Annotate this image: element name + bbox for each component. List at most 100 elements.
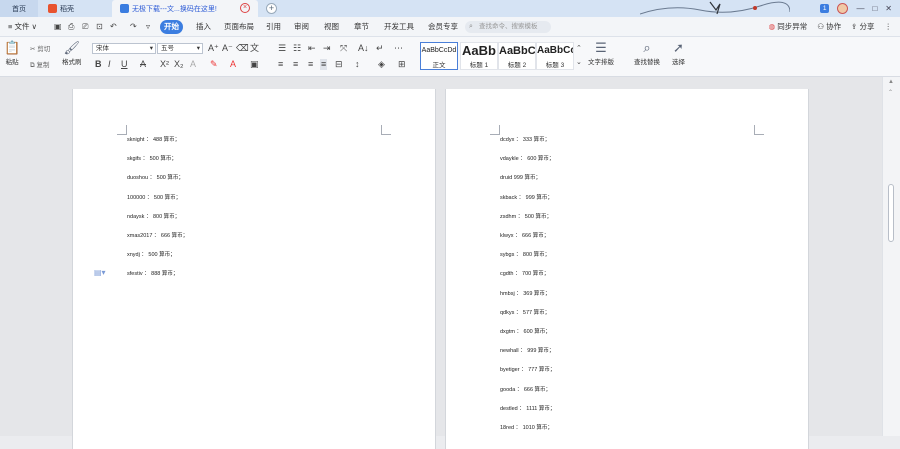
strikethrough-icon[interactable]: A bbox=[140, 59, 146, 70]
decrease-indent-icon[interactable]: ⇤ bbox=[308, 43, 316, 54]
styles-scroll-icon[interactable]: ⌃ bbox=[576, 43, 582, 54]
tab-close-icon[interactable]: × bbox=[240, 3, 250, 13]
text-line: xmas2017 ： 666 算币； bbox=[127, 233, 189, 239]
subscript-icon[interactable]: X₂ bbox=[174, 59, 184, 70]
tab-document[interactable]: 无极下载---文...换码在这里! × bbox=[112, 0, 258, 17]
numbered-list-icon[interactable]: ☷ bbox=[293, 43, 301, 54]
export-pdf-icon[interactable]: ⎙ bbox=[68, 21, 74, 32]
tab-chapter[interactable]: 章节 bbox=[350, 20, 373, 34]
tab-start[interactable]: 开始 bbox=[160, 20, 183, 34]
tab-view[interactable]: 视图 bbox=[320, 20, 343, 34]
undo-icon[interactable]: ↶ bbox=[110, 21, 117, 32]
font-color-icon[interactable]: A bbox=[230, 59, 236, 70]
font-size-select[interactable]: 五号 ▾ bbox=[157, 43, 203, 54]
bold-icon[interactable]: B bbox=[95, 59, 102, 70]
highlight-color-icon[interactable]: ✎ bbox=[210, 59, 218, 70]
print-preview-icon[interactable]: ⊡ bbox=[96, 21, 103, 32]
share-button[interactable]: ⇪ 分享 bbox=[851, 20, 874, 34]
tab-insert[interactable]: 插入 bbox=[192, 20, 215, 34]
text-effect-icon[interactable]: A bbox=[190, 59, 196, 70]
find-replace-label: 查找替换 bbox=[634, 59, 660, 66]
style-normal[interactable]: AaBbCcDd 正文 bbox=[420, 42, 458, 70]
style-heading-1[interactable]: AaBb 标题 1 bbox=[460, 42, 498, 70]
vertical-scrollbar[interactable]: ▲ ⌃ bbox=[882, 77, 900, 436]
shading-icon[interactable]: ◈ bbox=[378, 59, 385, 70]
character-border-icon[interactable]: ▣ bbox=[250, 59, 259, 70]
distribute-icon[interactable]: ⊟ bbox=[335, 59, 343, 70]
superscript-icon[interactable]: X² bbox=[160, 59, 169, 70]
tab-docer[interactable]: 稻壳 bbox=[40, 0, 110, 17]
align-left-icon[interactable]: ≡ bbox=[278, 59, 283, 70]
user-count-badge: 1 bbox=[819, 4, 830, 13]
shrink-font-icon[interactable]: A⁻ bbox=[222, 43, 233, 54]
tab-page-layout[interactable]: 页面布局 bbox=[220, 20, 258, 34]
tab-member-exclusive[interactable]: 会员专享 bbox=[424, 20, 462, 34]
save-icon[interactable]: ▣ bbox=[54, 21, 62, 32]
table-line-icon[interactable]: ⋯ bbox=[394, 43, 403, 54]
increase-indent-icon[interactable]: ⇥ bbox=[323, 43, 331, 54]
new-tab-button[interactable]: + bbox=[266, 3, 277, 14]
select-button[interactable]: ➚ 选择 bbox=[672, 40, 685, 66]
title-bar: 首页 稻壳 无极下载---文...换码在这里! × + 1 — □ ✕ bbox=[0, 0, 900, 17]
scroll-thumb[interactable] bbox=[888, 184, 894, 242]
minimize-button[interactable]: — bbox=[856, 4, 864, 13]
page-left[interactable]: sknight ： 488 算币； skgifs ： 500 算币； duoshou… bbox=[72, 89, 436, 449]
tab-review[interactable]: 审阅 bbox=[290, 20, 313, 34]
find-replace-button[interactable]: ⌕ 查找替换 bbox=[634, 40, 660, 66]
italic-icon[interactable]: I bbox=[108, 59, 111, 70]
avatar[interactable] bbox=[837, 3, 849, 14]
tab-references[interactable]: 引用 bbox=[262, 20, 285, 34]
document-canvas[interactable]: sknight ： 488 算币； skgifs ： 500 算币； duoshou… bbox=[0, 77, 882, 449]
maximize-button[interactable]: □ bbox=[872, 4, 877, 13]
text-layout-button[interactable]: ☰ 文字排版 bbox=[588, 40, 614, 66]
phonetic-guide-icon[interactable]: 文 bbox=[250, 43, 259, 54]
chevron-down-icon: ▾ bbox=[196, 45, 200, 52]
ribbon-toolbar: 📋 粘贴 ✂ 剪切 ⧉ 复制 🖌 格式刷 宋体 ▾ 五号 ▾ A⁺ A⁻ ⌫ 文 B… bbox=[0, 37, 900, 77]
grow-font-icon[interactable]: A⁺ bbox=[208, 43, 219, 54]
window-controls: 1 — □ ✕ bbox=[819, 2, 892, 15]
copy-button[interactable]: ⧉ 复制 bbox=[30, 59, 49, 70]
scroll-up-icon[interactable]: ▲ bbox=[888, 79, 894, 85]
cut-label: 剪切 bbox=[37, 46, 51, 53]
underline-icon[interactable]: U bbox=[121, 59, 128, 70]
sort-icon[interactable]: A↓ bbox=[358, 43, 369, 54]
paste-button[interactable]: 📋 粘贴 bbox=[4, 40, 20, 66]
scroll-top-icon[interactable]: ⌃ bbox=[888, 89, 893, 96]
show-hide-marks-icon[interactable]: ↵ bbox=[376, 43, 384, 54]
border-icon[interactable]: ⊞ bbox=[398, 59, 406, 70]
collaborate-button[interactable]: ⚇ 协作 bbox=[817, 20, 841, 34]
font-size-value: 五号 bbox=[161, 45, 174, 52]
text-line: dxgtm ： 600 算币； bbox=[500, 329, 551, 335]
style-h2-label: 标题 2 bbox=[507, 62, 527, 69]
align-right-icon[interactable]: ≡ bbox=[308, 59, 313, 70]
align-center-icon[interactable]: ≡ bbox=[293, 59, 298, 70]
text-line: dcdyx ： 333 算币； bbox=[500, 137, 551, 143]
clear-format-icon[interactable]: ⌫ bbox=[236, 43, 249, 54]
print-icon[interactable]: ⎚ bbox=[82, 21, 88, 32]
docer-logo-icon bbox=[48, 4, 57, 13]
search-icon: ⌕ bbox=[469, 23, 473, 30]
file-menu[interactable]: ≡ 文件 ∨ bbox=[4, 20, 41, 34]
bullet-list-icon[interactable]: ☰ bbox=[278, 43, 286, 54]
styles-more-icon[interactable]: ⌄ bbox=[576, 57, 582, 68]
margin-corner-mark bbox=[381, 125, 391, 135]
sync-status-button[interactable]: ◍ 同步异常 bbox=[769, 20, 808, 34]
line-spacing-icon[interactable]: ↕ bbox=[355, 59, 360, 70]
cursor-arrow-icon: ➚ bbox=[673, 40, 684, 55]
tab-developer-tools[interactable]: 开发工具 bbox=[380, 20, 418, 34]
redo-icon[interactable]: ↷ bbox=[130, 21, 137, 32]
style-heading-3[interactable]: AaBbCc 标题 3 bbox=[536, 42, 574, 70]
more-options-icon[interactable]: ⋮ bbox=[885, 20, 893, 34]
page-right[interactable]: dcdyx ： 333 算币； vdaykle ： 600 算币； druid 99… bbox=[445, 89, 809, 449]
font-name-select[interactable]: 宋体 ▾ bbox=[92, 43, 156, 54]
paragraph-handle-icon[interactable]: ▤▾ bbox=[94, 268, 106, 277]
command-search-input[interactable]: ⌕ 查找命令、搜索模板 bbox=[465, 21, 551, 33]
chinese-layout-icon[interactable]: ⤧ bbox=[340, 43, 347, 54]
format-painter-button[interactable]: 🖌 格式刷 bbox=[62, 40, 82, 66]
style-heading-2[interactable]: AaBbC 标题 2 bbox=[498, 42, 536, 70]
cut-button[interactable]: ✂ 剪切 bbox=[30, 43, 50, 53]
customize-toolbar-icon[interactable]: ▿ bbox=[146, 21, 150, 32]
close-window-button[interactable]: ✕ bbox=[885, 4, 892, 13]
tab-home[interactable]: 首页 bbox=[0, 0, 38, 17]
justify-icon[interactable]: ≡ bbox=[320, 59, 328, 70]
